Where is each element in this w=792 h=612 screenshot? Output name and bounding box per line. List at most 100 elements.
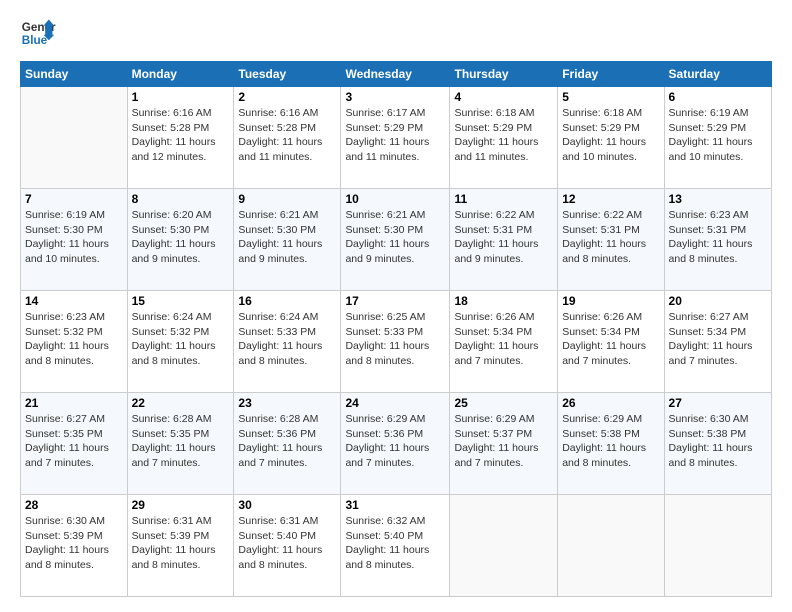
calendar-cell: 10 Sunrise: 6:21 AMSunset: 5:30 PMDayligh… <box>341 189 450 291</box>
day-number: 7 <box>25 192 123 206</box>
day-number: 5 <box>562 90 659 104</box>
day-info: Sunrise: 6:31 AMSunset: 5:39 PMDaylight:… <box>132 514 230 573</box>
calendar-cell: 19Sunrise: 6:26 AMSunset: 5:34 PMDayligh… <box>558 291 664 393</box>
day-info: Sunrise: 6:27 AMSunset: 5:34 PMDaylight:… <box>669 310 767 369</box>
day-info: Sunrise: 6:27 AMSunset: 5:35 PMDaylight:… <box>25 412 123 471</box>
day-info: Sunrise: 6:32 AMSunset: 5:40 PMDaylight:… <box>345 514 445 573</box>
day-number: 6 <box>669 90 767 104</box>
day-info: Sunrise: 6:22 AMSunset: 5:31 PMDaylight:… <box>562 208 659 267</box>
calendar-cell: 29 Sunrise: 6:31 AMSunset: 5:39 PMDayligh… <box>127 495 234 597</box>
day-info: Sunrise: 6:23 AMSunset: 5:31 PMDaylight:… <box>669 208 767 267</box>
header: General Blue <box>20 15 772 51</box>
calendar-cell: 26 Sunrise: 6:29 AMSunset: 5:38 PMDayligh… <box>558 393 664 495</box>
calendar-cell: 6 Sunrise: 6:19 AMSunset: 5:29 PMDaylight… <box>664 87 771 189</box>
day-number: 31 <box>345 498 445 512</box>
calendar-cell: 22Sunrise: 6:28 AMSunset: 5:35 PMDayligh… <box>127 393 234 495</box>
calendar-week-3: 14 Sunrise: 6:23 AMSunset: 5:32 PMDayligh… <box>21 291 772 393</box>
calendar-table: SundayMondayTuesdayWednesdayThursdayFrid… <box>20 61 772 597</box>
day-number: 10 <box>345 192 445 206</box>
svg-text:Blue: Blue <box>22 34 48 47</box>
calendar-cell: 13 Sunrise: 6:23 AMSunset: 5:31 PMDayligh… <box>664 189 771 291</box>
calendar-cell: 20 Sunrise: 6:27 AMSunset: 5:34 PMDayligh… <box>664 291 771 393</box>
calendar-cell: 18 Sunrise: 6:26 AMSunset: 5:34 PMDayligh… <box>450 291 558 393</box>
day-number: 28 <box>25 498 123 512</box>
calendar-cell: 9Sunrise: 6:21 AMSunset: 5:30 PMDaylight… <box>234 189 341 291</box>
day-info: Sunrise: 6:28 AMSunset: 5:36 PMDaylight:… <box>238 412 336 471</box>
calendar-header-row: SundayMondayTuesdayWednesdayThursdayFrid… <box>21 62 772 87</box>
day-number: 24 <box>345 396 445 410</box>
calendar-cell: 5 Sunrise: 6:18 AMSunset: 5:29 PMDaylight… <box>558 87 664 189</box>
calendar-week-5: 28 Sunrise: 6:30 AMSunset: 5:39 PMDayligh… <box>21 495 772 597</box>
calendar-week-2: 7 Sunrise: 6:19 AMSunset: 5:30 PMDaylight… <box>21 189 772 291</box>
day-info: Sunrise: 6:29 AMSunset: 5:36 PMDaylight:… <box>345 412 445 471</box>
day-info: Sunrise: 6:30 AMSunset: 5:39 PMDaylight:… <box>25 514 123 573</box>
day-info: Sunrise: 6:24 AMSunset: 5:33 PMDaylight:… <box>238 310 336 369</box>
calendar-cell: 23 Sunrise: 6:28 AMSunset: 5:36 PMDayligh… <box>234 393 341 495</box>
day-info: Sunrise: 6:19 AMSunset: 5:30 PMDaylight:… <box>25 208 123 267</box>
calendar-header-sunday: Sunday <box>21 62 128 87</box>
calendar-cell: 11 Sunrise: 6:22 AMSunset: 5:31 PMDayligh… <box>450 189 558 291</box>
day-info: Sunrise: 6:29 AMSunset: 5:38 PMDaylight:… <box>562 412 659 471</box>
calendar-cell <box>558 495 664 597</box>
day-info: Sunrise: 6:16 AMSunset: 5:28 PMDaylight:… <box>238 106 336 165</box>
calendar-header-thursday: Thursday <box>450 62 558 87</box>
day-number: 2 <box>238 90 336 104</box>
day-info: Sunrise: 6:24 AMSunset: 5:32 PMDaylight:… <box>132 310 230 369</box>
logo: General Blue <box>20 15 56 51</box>
calendar-header-friday: Friday <box>558 62 664 87</box>
calendar-cell: 31 Sunrise: 6:32 AMSunset: 5:40 PMDayligh… <box>341 495 450 597</box>
day-number: 15 <box>132 294 230 308</box>
calendar-cell <box>21 87 128 189</box>
day-number: 30 <box>238 498 336 512</box>
calendar-cell: 12 Sunrise: 6:22 AMSunset: 5:31 PMDayligh… <box>558 189 664 291</box>
calendar-cell <box>450 495 558 597</box>
calendar-week-1: 1Sunrise: 6:16 AMSunset: 5:28 PMDaylight… <box>21 87 772 189</box>
day-info: Sunrise: 6:25 AMSunset: 5:33 PMDaylight:… <box>345 310 445 369</box>
day-number: 9 <box>238 192 336 206</box>
calendar-cell: 1Sunrise: 6:16 AMSunset: 5:28 PMDaylight… <box>127 87 234 189</box>
page: General Blue SundayMondayTuesdayWednesda… <box>0 0 792 612</box>
day-number: 4 <box>454 90 553 104</box>
day-number: 8 <box>132 192 230 206</box>
calendar-header-saturday: Saturday <box>664 62 771 87</box>
day-number: 17 <box>345 294 445 308</box>
logo-icon: General Blue <box>20 15 56 51</box>
calendar-cell: 17 Sunrise: 6:25 AMSunset: 5:33 PMDayligh… <box>341 291 450 393</box>
calendar-cell: 21 Sunrise: 6:27 AMSunset: 5:35 PMDayligh… <box>21 393 128 495</box>
day-info: Sunrise: 6:28 AMSunset: 5:35 PMDaylight:… <box>132 412 230 471</box>
calendar-cell: 16Sunrise: 6:24 AMSunset: 5:33 PMDayligh… <box>234 291 341 393</box>
day-number: 23 <box>238 396 336 410</box>
calendar-header-wednesday: Wednesday <box>341 62 450 87</box>
calendar-cell: 27 Sunrise: 6:30 AMSunset: 5:38 PMDayligh… <box>664 393 771 495</box>
day-number: 29 <box>132 498 230 512</box>
day-info: Sunrise: 6:18 AMSunset: 5:29 PMDaylight:… <box>562 106 659 165</box>
day-number: 25 <box>454 396 553 410</box>
day-number: 12 <box>562 192 659 206</box>
day-number: 18 <box>454 294 553 308</box>
day-number: 26 <box>562 396 659 410</box>
day-info: Sunrise: 6:22 AMSunset: 5:31 PMDaylight:… <box>454 208 553 267</box>
day-number: 27 <box>669 396 767 410</box>
day-info: Sunrise: 6:19 AMSunset: 5:29 PMDaylight:… <box>669 106 767 165</box>
calendar-cell: 7 Sunrise: 6:19 AMSunset: 5:30 PMDaylight… <box>21 189 128 291</box>
calendar-header-monday: Monday <box>127 62 234 87</box>
calendar-week-4: 21 Sunrise: 6:27 AMSunset: 5:35 PMDayligh… <box>21 393 772 495</box>
day-number: 20 <box>669 294 767 308</box>
day-number: 19 <box>562 294 659 308</box>
calendar-cell: 4 Sunrise: 6:18 AMSunset: 5:29 PMDaylight… <box>450 87 558 189</box>
day-info: Sunrise: 6:30 AMSunset: 5:38 PMDaylight:… <box>669 412 767 471</box>
day-info: Sunrise: 6:18 AMSunset: 5:29 PMDaylight:… <box>454 106 553 165</box>
calendar-cell: 14 Sunrise: 6:23 AMSunset: 5:32 PMDayligh… <box>21 291 128 393</box>
day-info: Sunrise: 6:16 AMSunset: 5:28 PMDaylight:… <box>132 106 230 165</box>
day-info: Sunrise: 6:21 AMSunset: 5:30 PMDaylight:… <box>345 208 445 267</box>
day-info: Sunrise: 6:23 AMSunset: 5:32 PMDaylight:… <box>25 310 123 369</box>
calendar-cell: 15 Sunrise: 6:24 AMSunset: 5:32 PMDayligh… <box>127 291 234 393</box>
calendar-cell: 25 Sunrise: 6:29 AMSunset: 5:37 PMDayligh… <box>450 393 558 495</box>
day-number: 21 <box>25 396 123 410</box>
day-number: 11 <box>454 192 553 206</box>
day-number: 13 <box>669 192 767 206</box>
day-info: Sunrise: 6:29 AMSunset: 5:37 PMDaylight:… <box>454 412 553 471</box>
day-info: Sunrise: 6:20 AMSunset: 5:30 PMDaylight:… <box>132 208 230 267</box>
day-info: Sunrise: 6:26 AMSunset: 5:34 PMDaylight:… <box>454 310 553 369</box>
day-number: 14 <box>25 294 123 308</box>
